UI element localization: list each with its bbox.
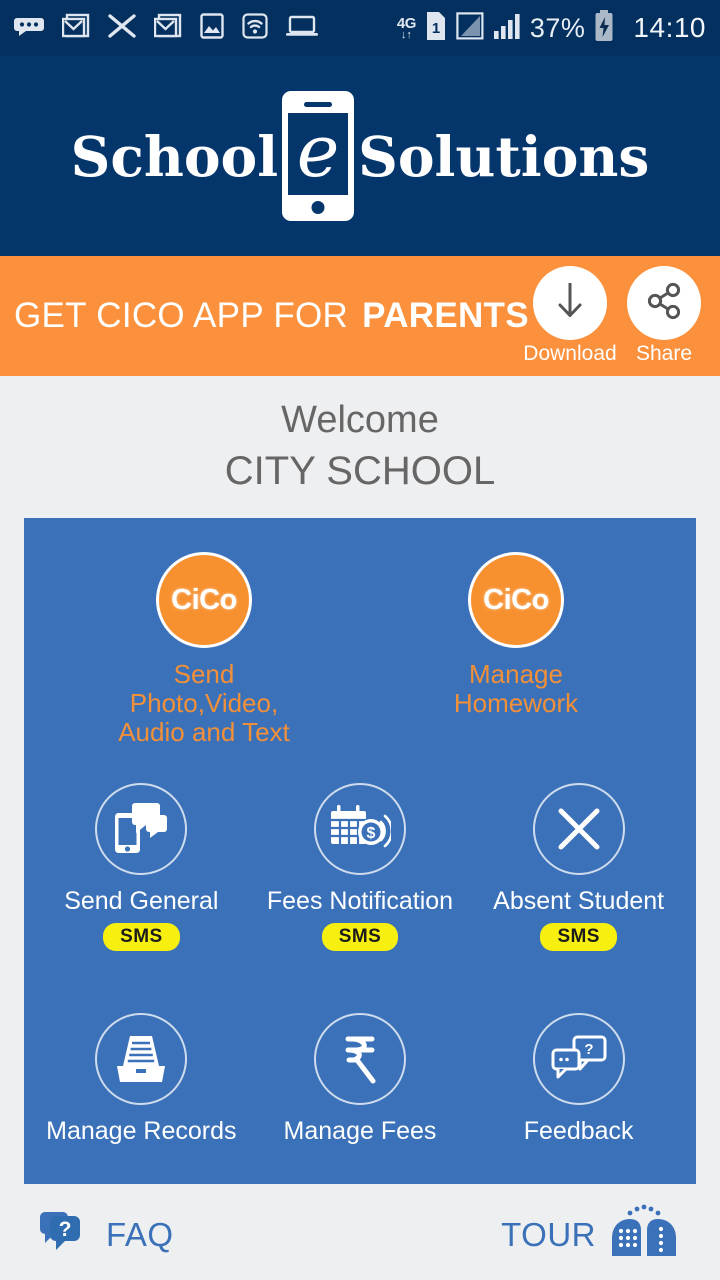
tile-manage-fees[interactable]: Manage Fees (260, 1012, 460, 1146)
svg-text:$: $ (367, 825, 376, 842)
mail-icon (108, 13, 136, 43)
laptop-icon (286, 14, 318, 43)
tile-absent-student-sms-label: Absent Student (493, 887, 665, 916)
faq-button[interactable]: ? FAQ (38, 1208, 174, 1263)
tile-fees-notification-sms[interactable]: $ Fees Notification SMS (260, 783, 460, 951)
tile-send-general-sms[interactable]: Send General SMS (41, 783, 241, 951)
tile-manage-fees-label: Manage Fees (283, 1116, 437, 1145)
chat-question-icon: ? (38, 1208, 96, 1263)
tile-feedback[interactable]: ? Feedback (479, 1012, 679, 1146)
sms-row: Send General SMS $ Fees Notification SMS… (24, 783, 696, 951)
feature-grid-card: CiCo Send Photo,Video, Audio and Text Ci… (24, 518, 696, 1184)
sms-badge: SMS (540, 922, 617, 951)
phone-chat-icon (95, 783, 188, 876)
svg-text:?: ? (584, 1041, 593, 1058)
cross-x-icon (532, 783, 625, 876)
gmail-icon (153, 12, 182, 45)
tile-manage-homework-label: Manage Homework (453, 659, 579, 719)
share-button[interactable]: Share (624, 266, 704, 366)
clock-label: 14:10 (633, 12, 706, 43)
signal-empty-icon (456, 11, 484, 45)
manage-row: Manage Records Manage Fees ? Feedback (24, 1012, 696, 1146)
tile-manage-homework[interactable]: CiCo Manage Homework (416, 552, 616, 747)
tile-send-media-label-line1: Send Photo,Video, (129, 659, 279, 719)
brand-word-solutions: Solutions (358, 123, 650, 189)
svg-text:?: ? (59, 1218, 72, 1241)
tile-send-media-label-line2: Audio and Text (118, 717, 290, 748)
photo-icon (200, 12, 224, 44)
faq-label: FAQ (106, 1216, 174, 1253)
promo-banner-text: GET CICO APP FOR PARENTS (14, 296, 529, 336)
share-nodes-icon (642, 279, 686, 328)
tour-button[interactable]: TOUR (501, 1204, 682, 1267)
tour-label: TOUR (501, 1216, 596, 1253)
phone-screen: e (288, 109, 349, 195)
cico-badge-icon: CiCo (156, 552, 252, 648)
brand-letter-e: e (296, 109, 340, 193)
phone-home-button (311, 201, 325, 214)
network-arrows-label: ↓↑ (400, 28, 412, 41)
wifi-icon (242, 12, 268, 44)
status-bar-left-icons (14, 12, 397, 45)
tile-feedback-label: Feedback (523, 1116, 634, 1145)
status-bar: 4G ↓↑ 1 37% 14:10 (0, 0, 720, 56)
app-logo-header: School e Solutions (0, 56, 720, 256)
cico-badge-label: CiCo (171, 583, 237, 616)
phone-e-icon: e (282, 91, 355, 221)
tile-send-media-label: Send Photo,Video, Audio and Text (104, 659, 304, 748)
promo-text-light: GET CICO APP FOR (14, 296, 349, 335)
cico-row: CiCo Send Photo,Video, Audio and Text Ci… (24, 552, 696, 747)
tile-manage-records-label: Manage Records (46, 1116, 237, 1145)
cico-badge-icon: CiCo (468, 552, 564, 648)
signal-bars-icon (493, 12, 521, 45)
chat-question-icon: ? (532, 1012, 625, 1105)
cico-badge-label: CiCo (483, 583, 549, 616)
network-4g-icon: 4G ↓↑ (397, 16, 417, 41)
sms-badge: SMS (321, 922, 399, 951)
tile-manage-homework-label-line1: Manage (469, 659, 563, 689)
promo-banner: GET CICO APP FOR PARENTS Download Share (0, 256, 720, 376)
brand-word-school: School (70, 123, 279, 189)
tile-fees-notification-sms-label: Fees Notification (266, 887, 454, 916)
tile-manage-homework-label-line2: Homework (453, 688, 579, 719)
tile-send-media[interactable]: CiCo Send Photo,Video, Audio and Text (104, 552, 304, 747)
battery-charging-icon (594, 9, 614, 47)
calendar-money-icon: $ (313, 783, 406, 876)
tile-manage-records[interactable]: Manage Records (41, 1012, 241, 1146)
battery-percent-label: 37% (529, 12, 586, 43)
bottom-bar: ? FAQ TOUR (0, 1190, 720, 1280)
phone-speaker-slot (304, 102, 333, 107)
welcome-greeting: Welcome (281, 399, 439, 441)
more-dots-icon (14, 14, 44, 43)
promo-banner-actions: Download Share (523, 256, 704, 376)
sms-badge: SMS (103, 922, 180, 951)
tile-absent-student-sms[interactable]: Absent Student SMS (479, 783, 679, 951)
gmail-icon (61, 12, 90, 45)
tile-send-general-sms-label: Send General (64, 887, 219, 916)
file-tray-icon (95, 1012, 188, 1105)
download-button-label: Download (523, 342, 617, 365)
promo-text-bold: PARENTS (362, 296, 529, 335)
welcome-section: Welcome CITY SCHOOL (0, 376, 720, 498)
rupee-icon (313, 1012, 406, 1105)
share-button-circle (627, 266, 701, 340)
two-heads-icon (606, 1204, 682, 1267)
download-arrow-icon (549, 278, 591, 329)
download-button[interactable]: Download (523, 266, 617, 366)
welcome-school-name: CITY SCHOOL (224, 449, 496, 494)
svg-text:1: 1 (432, 20, 440, 37)
download-button-circle (533, 266, 607, 340)
status-bar-right-icons: 4G ↓↑ 1 37% 14:10 (397, 9, 706, 47)
sim-card-icon: 1 (425, 11, 447, 46)
share-button-label: Share (635, 342, 693, 365)
brand-logo: School e Solutions (70, 91, 650, 221)
